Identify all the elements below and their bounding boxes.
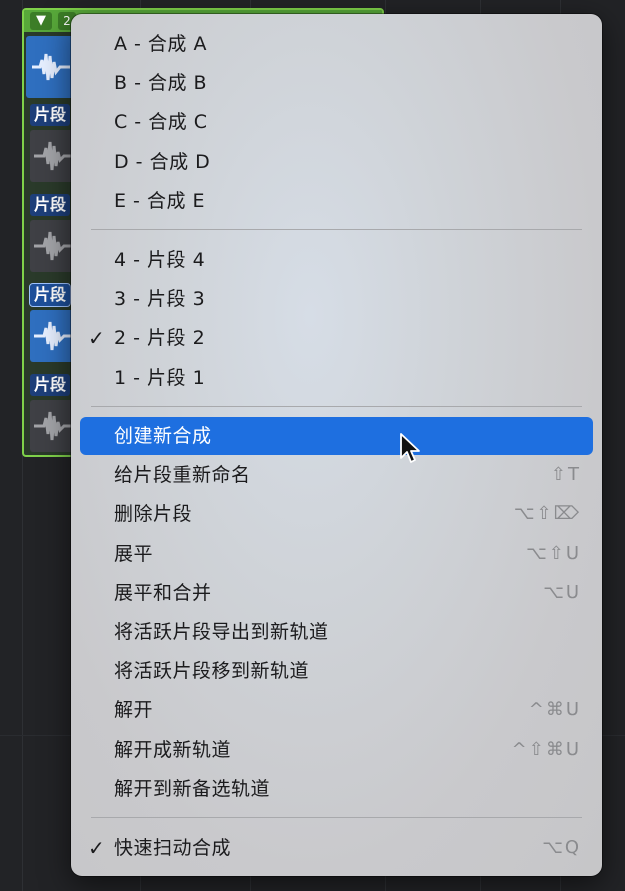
menu-item-label: 解开 <box>114 699 154 722</box>
keyboard-shortcut: ⌥Q <box>542 837 581 858</box>
checkmark-icon: ✓ <box>88 326 105 351</box>
checkmark-icon: ✓ <box>88 836 105 860</box>
menu-item-comp[interactable]: D - 合成 D <box>80 143 593 181</box>
menu-item-label: 删除片段 <box>114 503 193 526</box>
menu-item-command[interactable]: 解开到新备选轨道 <box>80 770 593 808</box>
menu-item-label: E - 合成 E <box>114 189 205 212</box>
menu-item-label: C - 合成 C <box>114 111 208 134</box>
menu-item-comp[interactable]: C - 合成 C <box>80 103 593 141</box>
menu-item-label: 2 - 片段 2 <box>114 327 206 350</box>
menu-item-label: 展平和合并 <box>114 581 212 604</box>
menu-item-command[interactable]: 删除片段 ⌥⇧⌦ <box>80 495 593 533</box>
menu-item-label: D - 合成 D <box>114 150 211 173</box>
menu-item-label: 4 - 片段 4 <box>114 249 206 271</box>
menu-item-label: 1 - 片段 1 <box>114 366 206 389</box>
menu-separator <box>91 406 582 407</box>
menu-item-label: B - 合成 B <box>114 72 208 95</box>
menu-item-take[interactable]: 1 - 片段 1 <box>80 359 593 397</box>
menu-item-comp[interactable]: A - 合成 A <box>80 25 593 63</box>
menu-item-command[interactable]: 创建新合成 <box>80 417 593 455</box>
mouse-pointer-icon <box>400 433 420 463</box>
menu-item-take[interactable]: ✓ 2 - 片段 2 <box>80 319 593 357</box>
take-label[interactable]: 片段 <box>28 283 72 307</box>
menu-item-comp[interactable]: E - 合成 E <box>80 182 593 220</box>
take-label[interactable]: 片段 <box>30 194 71 216</box>
take-label[interactable]: 片段 <box>30 374 71 396</box>
menu-item-label: 创建新合成 <box>114 425 212 447</box>
menu-item-command[interactable]: 展平 ⌥⇧U <box>80 535 593 573</box>
menu-item-command[interactable]: 展平和合并 ⌥U <box>80 574 593 612</box>
menu-item-command[interactable]: 将活跃片段导出到新轨道 <box>80 613 593 651</box>
take-label[interactable]: 片段 <box>30 104 71 126</box>
menu-item-label: A - 合成 A <box>114 33 207 55</box>
menu-item-label: 将活跃片段导出到新轨道 <box>114 621 329 643</box>
menu-item-command[interactable]: 给片段重新命名 ⇧T <box>80 456 593 494</box>
menu-item-command[interactable]: 解开 ^⌘U <box>80 691 593 729</box>
keyboard-shortcut: ⌥U <box>543 581 581 603</box>
take-folder-context-menu: A - 合成 A B - 合成 B C - 合成 C D - 合成 D E - 合成 E… <box>71 14 602 876</box>
menu-item-take[interactable]: 4 - 片段 4 <box>80 241 593 279</box>
keyboard-shortcut: ⌥⇧⌦ <box>513 503 581 525</box>
menu-item-command[interactable]: 将活跃片段移到新轨道 <box>80 652 593 690</box>
menu-item-take[interactable]: 3 - 片段 3 <box>80 280 593 318</box>
keyboard-shortcut: ^⌘U <box>528 699 581 721</box>
keyboard-shortcut: ⌥⇧U <box>526 542 581 564</box>
menu-item-label: 解开成新轨道 <box>114 738 232 761</box>
menu-item-command[interactable]: 解开成新轨道 ^⇧⌘U <box>80 731 593 769</box>
menu-item-label: 3 - 片段 3 <box>114 288 206 311</box>
disclosure-triangle-icon[interactable]: ▼ <box>30 12 52 30</box>
menu-item-label: 展平 <box>114 542 154 565</box>
menu-item-label: 给片段重新命名 <box>114 464 251 487</box>
menu-item-quick-swipe[interactable]: ✓ 快速扫动合成 ⌥Q <box>80 829 593 867</box>
menu-item-label: 解开到新备选轨道 <box>114 777 271 800</box>
menu-item-label: 将活跃片段移到新轨道 <box>114 660 310 683</box>
keyboard-shortcut: ^⇧⌘U <box>511 738 581 760</box>
keyboard-shortcut: ⇧T <box>550 464 581 486</box>
menu-item-label: 快速扫动合成 <box>114 837 232 859</box>
menu-separator <box>91 229 582 230</box>
menu-separator <box>91 817 582 818</box>
menu-item-comp[interactable]: B - 合成 B <box>80 64 593 102</box>
